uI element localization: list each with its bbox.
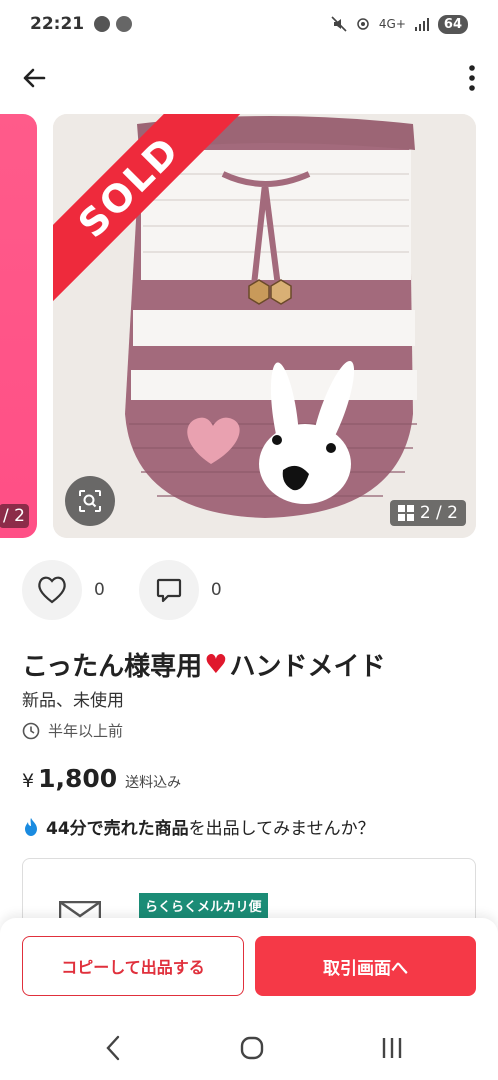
like-button[interactable] xyxy=(22,560,82,620)
price-value: 1,800 xyxy=(38,764,118,793)
comment-button[interactable] xyxy=(138,560,199,620)
notification-icon xyxy=(94,16,111,32)
signal-icon xyxy=(414,18,429,31)
more-options-button[interactable] xyxy=(466,62,478,94)
comment-icon xyxy=(156,578,181,603)
posted-time-text: 半年以上前 xyxy=(48,722,124,740)
grid-icon xyxy=(397,505,414,521)
image-gallery[interactable]: / 2 SOLD 2 / 2 xyxy=(0,114,498,538)
zoom-button[interactable] xyxy=(65,476,115,526)
fire-icon xyxy=(25,817,37,836)
heart-icon xyxy=(38,576,66,604)
shipping-included: 送料込み xyxy=(125,775,182,791)
prev-image-counter: / 2 xyxy=(0,504,29,528)
previous-image[interactable]: / 2 xyxy=(0,114,37,538)
arrow-left-icon xyxy=(23,68,46,88)
posted-time: 半年以上前 xyxy=(22,720,123,741)
promo-bold: 44分で売れた商品 xyxy=(46,819,189,839)
item-title-text: こったん様専用 xyxy=(22,652,203,682)
clock-icon xyxy=(22,722,40,739)
hotspot-icon xyxy=(357,18,369,30)
back-button[interactable] xyxy=(18,62,50,94)
item-condition: 新品、未使用 xyxy=(22,691,124,711)
copy-listing-button[interactable]: コピーして出品する xyxy=(22,936,244,996)
bottom-action-bar: コピーして出品する 取引画面へ xyxy=(0,918,498,1014)
status-bar: 22:21 4G+ 64 xyxy=(0,0,498,48)
promo-message[interactable]: 44分で売れた商品を出品してみませんか？ xyxy=(22,814,375,839)
app-bar xyxy=(0,52,498,102)
mute-icon xyxy=(331,16,347,32)
status-indicators: 4G+ 64 xyxy=(331,14,468,34)
trade-screen-button[interactable]: 取引画面へ xyxy=(255,936,476,996)
shipping-method-badge: らくらくメルカリ便 xyxy=(139,893,268,918)
price-row: ¥ 1,800 送料込み xyxy=(22,764,181,793)
product-image[interactable]: SOLD 2 / 2 xyxy=(53,114,476,538)
image-counter: 2 / 2 xyxy=(389,500,466,526)
currency-symbol: ¥ xyxy=(22,770,35,792)
item-title-suffix: ハンドメイド xyxy=(229,652,386,682)
like-count: 0 xyxy=(94,580,105,600)
promo-text: を出品してみませんか？ xyxy=(188,819,375,839)
more-vert-icon xyxy=(469,65,475,91)
system-nav-bar xyxy=(0,1014,498,1080)
heart-emoji: ♥ xyxy=(204,649,228,680)
line-icon xyxy=(116,16,133,32)
zoom-scan-icon xyxy=(79,490,101,512)
network-type: 4G+ xyxy=(378,17,406,31)
nav-home-icon[interactable] xyxy=(240,1036,264,1060)
action-row: 0 0 xyxy=(22,560,256,620)
battery-indicator: 64 xyxy=(437,14,468,34)
nav-recents-icon[interactable] xyxy=(380,1036,404,1060)
status-time: 22:21 xyxy=(30,14,85,34)
nav-back-icon[interactable] xyxy=(102,1034,126,1062)
comment-count: 0 xyxy=(210,580,222,600)
image-counter-text: 2 / 2 xyxy=(419,503,458,523)
item-title: こったん様専用 ♥ ハンドメイド xyxy=(22,646,386,683)
